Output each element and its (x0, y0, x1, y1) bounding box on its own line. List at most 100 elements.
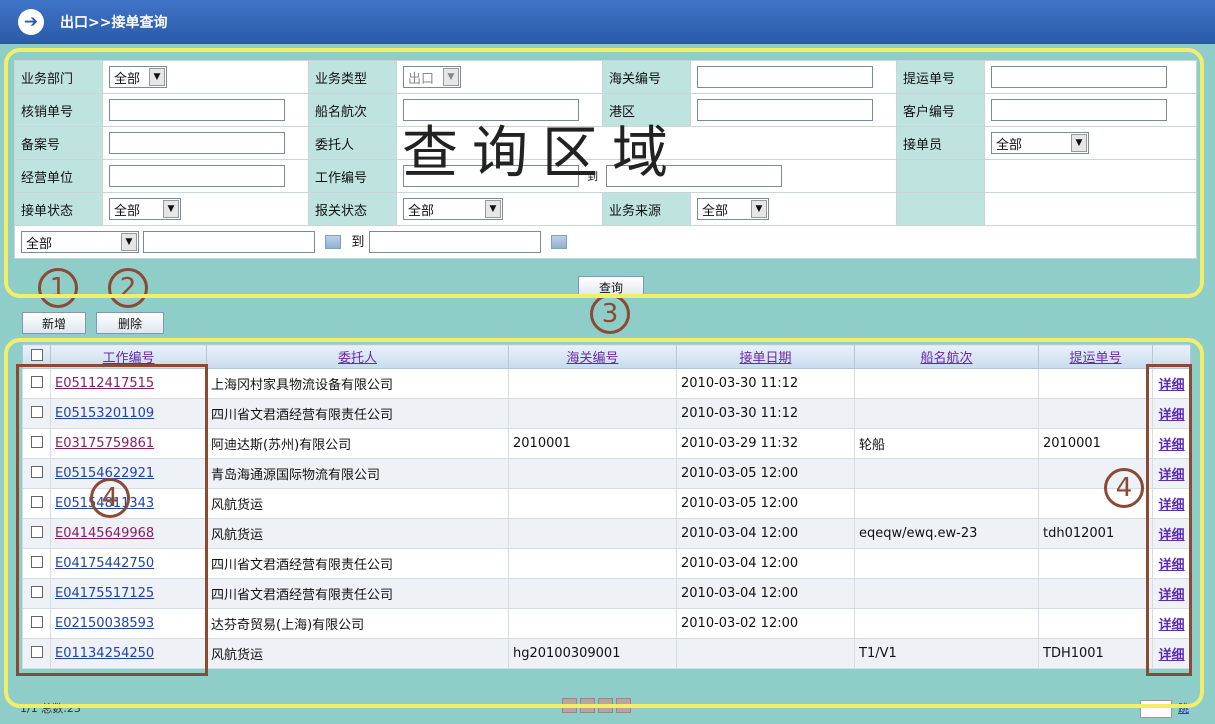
add-button[interactable]: 新增 (22, 312, 86, 334)
annotation-circle-2: 2 (108, 268, 148, 308)
detail-link[interactable]: 详细 (1158, 408, 1184, 423)
bl-no-input[interactable] (991, 66, 1167, 88)
detail-link[interactable]: 详细 (1158, 498, 1184, 513)
delete-button[interactable]: 删除 (96, 312, 164, 334)
row-checkbox[interactable] (30, 405, 43, 418)
receiver-select[interactable]: 全部 ▼ (991, 132, 1089, 154)
col-bl-no[interactable]: 提运单号 (1038, 344, 1153, 369)
bl-no-cell: TDH1001 (1038, 638, 1153, 669)
table-row: E05154622921 青岛海通源国际物流有限公司 2010-03-05 12… (22, 458, 1191, 489)
last-page-icon[interactable] (616, 698, 631, 713)
chevron-down-icon: ▼ (1071, 134, 1087, 152)
next-page-icon[interactable] (598, 698, 613, 713)
job-no-link[interactable]: E02150038593 (55, 616, 154, 631)
customs-no-cell (508, 398, 677, 429)
vessel-cell (854, 578, 1039, 609)
bl-no-cell (1038, 608, 1153, 639)
detail-link[interactable]: 详细 (1158, 528, 1184, 543)
first-page-icon[interactable] (562, 698, 577, 713)
detail-link[interactable]: 详细 (1158, 618, 1184, 633)
job-no-link[interactable]: E05153201109 (55, 406, 154, 421)
table-row: E05112417515 上海冈村家具物流设备有限公司 2010-03-30 1… (22, 368, 1191, 399)
table-row: E04175517125 四川省文君酒经营有限责任公司 2010-03-04 1… (22, 578, 1191, 609)
date-cell: 2010-03-29 11:32 (676, 428, 855, 459)
row-checkbox[interactable] (30, 465, 43, 478)
pager-summary: 1/1 总数:23 (20, 702, 81, 715)
biz-type-select[interactable]: 出口 ▼ (403, 66, 461, 88)
chevron-down-icon: ▼ (149, 68, 165, 86)
col-date[interactable]: 接单日期 (676, 344, 855, 369)
vessel-input[interactable] (403, 99, 579, 121)
job-no-link[interactable]: E05112417515 (55, 376, 154, 391)
chevron-down-icon: ▼ (485, 200, 501, 218)
row-checkbox[interactable] (30, 615, 43, 628)
row-checkbox[interactable] (30, 585, 43, 598)
verify-no-input[interactable] (109, 99, 285, 121)
col-consignor[interactable]: 委托人 (206, 344, 509, 369)
detail-link[interactable]: 详细 (1158, 558, 1184, 573)
port-input[interactable] (697, 99, 873, 121)
annotation-circle-3: 3 (590, 294, 630, 334)
source-select[interactable]: 全部 ▼ (697, 198, 769, 220)
order-status-label: 接单状态 (14, 192, 103, 226)
col-vessel[interactable]: 船名航次 (854, 344, 1039, 369)
job-no-from-input[interactable] (403, 165, 579, 187)
title-bar: ➔ 出口>>接单查询 (0, 0, 1215, 44)
results-table: 工作编号 委托人 海关编号 接单日期 船名航次 提运单号 E0511241751… (22, 344, 1191, 669)
chevron-down-icon: ▼ (751, 200, 767, 218)
date-cell: 2010-03-02 12:00 (676, 608, 855, 639)
query-form: 业务部门 全部 ▼ 业务类型 出口 ▼ 海关编号 提运单号 核销单号 船名航次 港区… (14, 60, 1197, 292)
select-all-checkbox[interactable] (30, 348, 43, 361)
date-cell: 2010-03-05 12:00 (676, 488, 855, 519)
detail-link[interactable]: 详细 (1158, 648, 1184, 663)
table-row: E05154811343 风航货运 2010-03-05 12:00 详细 (22, 488, 1191, 519)
customs-no-cell (508, 518, 677, 549)
declare-status-select[interactable]: 全部 ▼ (403, 198, 503, 220)
job-no-link[interactable]: E04145649968 (55, 526, 154, 541)
job-no-link[interactable]: E04175517125 (55, 586, 154, 601)
row-checkbox[interactable] (30, 495, 43, 508)
consignor-cell: 四川省文君酒经营有限责任公司 (206, 548, 509, 579)
row-checkbox[interactable] (30, 375, 43, 388)
customs-no-cell (508, 548, 677, 579)
operator-input[interactable] (109, 165, 285, 187)
consignor-label: 委托人 (308, 126, 397, 160)
customer-no-input[interactable] (991, 99, 1167, 121)
go-page-link[interactable]: 跳 (1178, 700, 1189, 716)
consignor-cell: 风航货运 (206, 638, 509, 669)
bl-no-cell (1038, 578, 1153, 609)
row-checkbox[interactable] (30, 645, 43, 658)
detail-link[interactable]: 详细 (1158, 378, 1184, 393)
job-no-link[interactable]: E03175759861 (55, 436, 154, 451)
customs-no-cell: 2010001 (508, 428, 677, 459)
row-checkbox[interactable] (30, 555, 43, 568)
consignor-cell: 风航货运 (206, 518, 509, 549)
customs-no-input[interactable] (697, 66, 873, 88)
order-status-select[interactable]: 全部 ▼ (109, 198, 181, 220)
detail-link[interactable]: 详细 (1158, 438, 1184, 453)
date-cell (676, 638, 855, 669)
table-row: E03175759861 阿迪达斯(苏州)有限公司 2010001 2010-0… (22, 428, 1191, 459)
date-from-input[interactable] (143, 231, 316, 254)
job-no-link[interactable]: E04175442750 (55, 556, 154, 571)
page-number-input[interactable] (1140, 700, 1172, 718)
row-checkbox[interactable] (30, 525, 43, 538)
col-job-no[interactable]: 工作编号 (50, 344, 207, 369)
prev-page-icon[interactable] (580, 698, 595, 713)
job-no-link[interactable]: E01134254250 (55, 646, 154, 661)
date-type-select[interactable]: 全部 ▼ (21, 231, 139, 254)
job-no-to-input[interactable] (606, 165, 783, 187)
vessel-cell (854, 368, 1039, 399)
calendar-icon[interactable] (325, 235, 342, 250)
dept-select[interactable]: 全部 ▼ (109, 66, 167, 88)
annotation-circle-1: 1 (38, 268, 78, 308)
record-no-input[interactable] (109, 132, 285, 154)
detail-link[interactable]: 详细 (1158, 468, 1184, 483)
arrow-right-icon[interactable]: ➔ (18, 9, 44, 35)
col-customs-no[interactable]: 海关编号 (508, 344, 677, 369)
date-to-input[interactable] (368, 231, 541, 254)
calendar-icon[interactable] (550, 235, 567, 250)
table-header: 工作编号 委托人 海关编号 接单日期 船名航次 提运单号 (22, 344, 1191, 369)
detail-link[interactable]: 详细 (1158, 588, 1184, 603)
row-checkbox[interactable] (30, 435, 43, 448)
